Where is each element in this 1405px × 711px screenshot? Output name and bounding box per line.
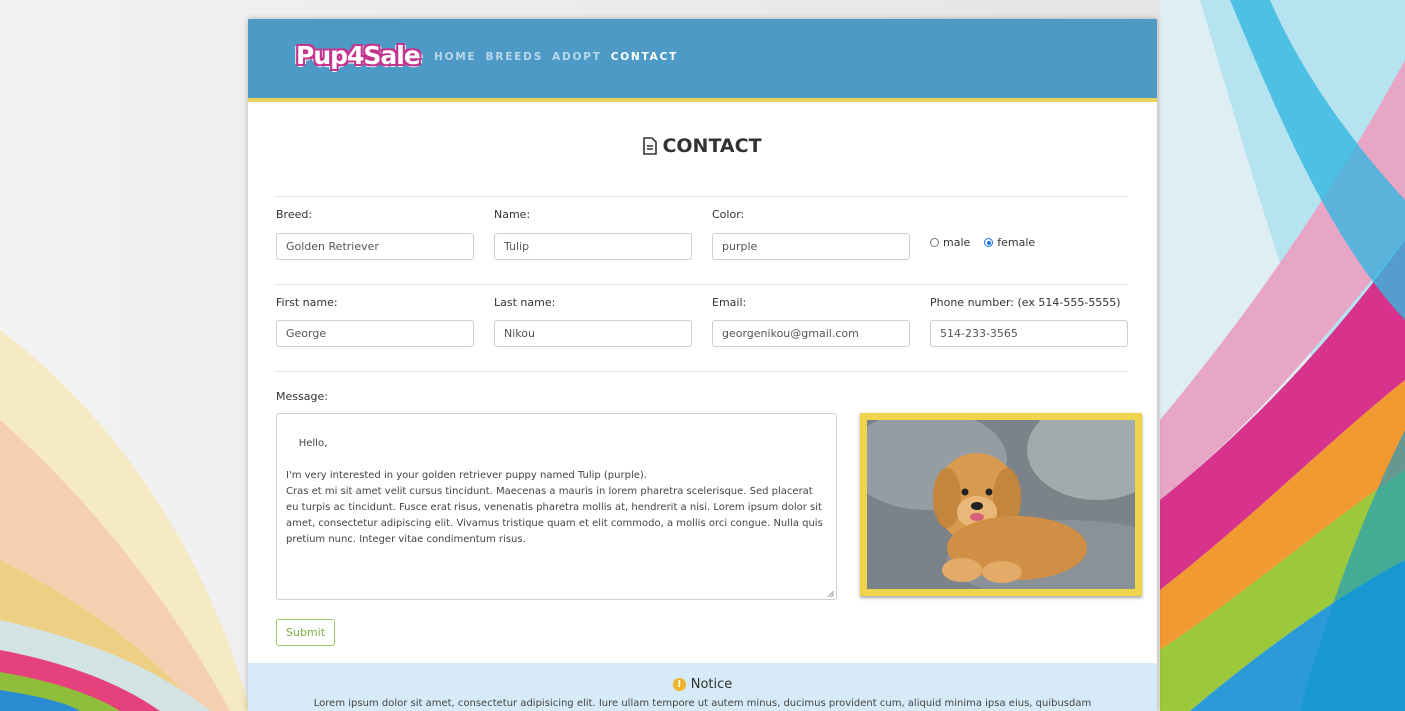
nav-contact[interactable]: CONTACT bbox=[611, 51, 678, 63]
puppy-photo-frame bbox=[860, 413, 1142, 596]
male-radio[interactable] bbox=[930, 238, 939, 247]
message-label: Message: bbox=[276, 390, 328, 403]
gender-radio-group: male female bbox=[930, 236, 1035, 249]
notice-banner: ! Notice Lorem ipsum dolor sit amet, con… bbox=[248, 663, 1157, 711]
main-nav: HOME BREEDS ADOPT CONTACT bbox=[434, 51, 678, 63]
male-radio-label: male bbox=[943, 236, 971, 249]
phone-input[interactable]: 514-233-3565 bbox=[930, 320, 1128, 347]
breed-label: Breed: bbox=[276, 208, 313, 221]
last-name-input[interactable]: Nikou bbox=[494, 320, 692, 347]
info-icon: ! bbox=[672, 678, 686, 691]
last-name-label: Last name: bbox=[494, 296, 556, 309]
navbar: Pup4Sale HOME BREEDS ADOPT CONTACT bbox=[248, 19, 1157, 102]
name-label: Name: bbox=[494, 208, 531, 221]
notice-heading: ! Notice bbox=[248, 677, 1157, 692]
female-radio[interactable] bbox=[984, 238, 994, 247]
email-label: Email: bbox=[712, 296, 747, 309]
nav-home[interactable]: HOME bbox=[434, 51, 477, 63]
notice-text: Lorem ipsum dolor sit amet, consectetur … bbox=[313, 698, 1092, 709]
first-name-input[interactable]: George bbox=[276, 320, 474, 347]
phone-label: Phone number: (ex 514-555-5555) bbox=[930, 296, 1121, 309]
first-name-label: First name: bbox=[276, 296, 338, 309]
message-text: Hello, I'm very interested in your golde… bbox=[286, 438, 823, 545]
puppy-photo bbox=[867, 420, 1135, 589]
nav-adopt[interactable]: ADOPT bbox=[552, 51, 602, 63]
name-input[interactable]: Tulip bbox=[494, 233, 692, 260]
divider bbox=[276, 371, 1128, 372]
notice-title: Notice bbox=[690, 677, 733, 692]
message-textarea[interactable]: Hello, I'm very interested in your golde… bbox=[276, 413, 837, 600]
page-title-text: CONTACT bbox=[662, 135, 762, 157]
content-card: Pup4Sale HOME BREEDS ADOPT CONTACT CONTA… bbox=[248, 19, 1157, 711]
color-input[interactable]: purple bbox=[712, 233, 910, 260]
nav-breeds[interactable]: BREEDS bbox=[486, 51, 544, 63]
page-title: CONTACT bbox=[248, 135, 1157, 160]
document-icon bbox=[643, 137, 658, 160]
resize-handle[interactable] bbox=[828, 591, 834, 597]
submit-button[interactable]: Submit bbox=[276, 619, 336, 646]
divider bbox=[276, 284, 1128, 285]
email-input[interactable]: georgenikou@gmail.com bbox=[712, 320, 910, 347]
divider bbox=[276, 196, 1128, 197]
female-radio-label: female bbox=[997, 236, 1036, 249]
color-label: Color: bbox=[712, 208, 745, 221]
site-logo[interactable]: Pup4Sale bbox=[296, 41, 421, 70]
breed-input[interactable]: Golden Retriever bbox=[276, 233, 474, 260]
